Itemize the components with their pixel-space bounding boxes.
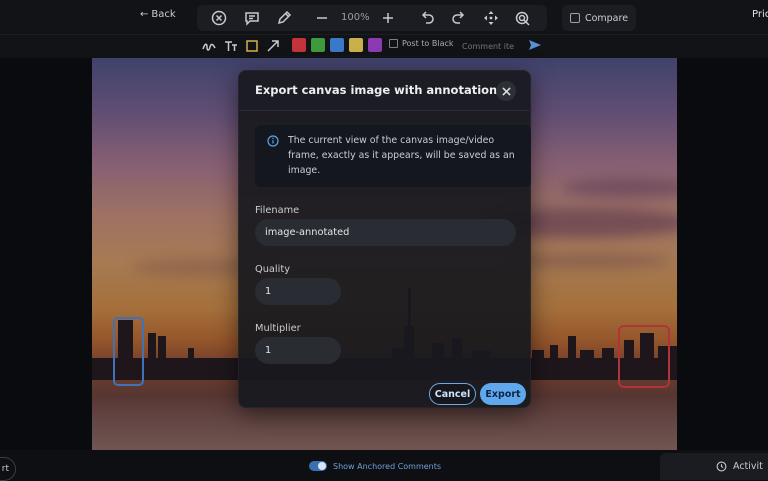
multiplier-label: Multiplier (255, 323, 301, 334)
annotation-subbar: Post to Black (0, 34, 768, 58)
history-icon (716, 461, 727, 472)
back-button[interactable]: ← Back (140, 9, 176, 20)
rectangle-icon[interactable] (243, 37, 261, 55)
quality-label: Quality (255, 264, 291, 275)
info-icon (267, 135, 279, 147)
zoom-level: 100% (341, 12, 370, 23)
toggle-switch[interactable] (309, 461, 327, 471)
send-icon[interactable] (527, 37, 543, 53)
anchored-comments-toggle[interactable]: Show Anchored Comments (309, 461, 441, 471)
filename-field[interactable] (255, 219, 516, 246)
compare-icon (569, 13, 580, 23)
close-icon (501, 86, 511, 96)
left-margin (0, 58, 92, 450)
bottom-bar: rt Show Anchored Comments Activit (0, 450, 768, 481)
annotation-rectangle-blue[interactable] (113, 317, 144, 386)
activity-tab[interactable]: Activit (660, 453, 768, 480)
arrow-icon[interactable] (264, 37, 282, 55)
activity-label: Activit (733, 461, 763, 472)
annotation-toolgroup: 100% (197, 5, 547, 31)
dialog-title: Export canvas image with annotations (255, 83, 505, 97)
close-circle-icon[interactable] (210, 9, 228, 27)
post-to-black-label: Post to Black (402, 39, 454, 48)
close-button[interactable] (496, 81, 516, 101)
color-swatch-yellow[interactable] (349, 38, 363, 52)
divider (239, 110, 532, 111)
info-text: The current view of the canvas image/vid… (288, 135, 515, 176)
checkbox[interactable] (389, 39, 398, 48)
multiplier-field[interactable] (255, 337, 341, 364)
color-swatch-blue[interactable] (330, 38, 344, 52)
quality-field[interactable] (255, 278, 341, 305)
zoom-out-icon[interactable] (313, 9, 331, 27)
color-swatch-purple[interactable] (368, 38, 382, 52)
freehand-icon[interactable] (200, 37, 218, 55)
filename-label: Filename (255, 205, 300, 216)
top-toolbar: ← Back 100% Compare Pric (0, 0, 768, 34)
comment-icon[interactable] (243, 9, 261, 27)
post-to-black-toggle[interactable]: Post to Black (389, 39, 454, 48)
text-icon[interactable] (222, 37, 240, 55)
left-pill-button[interactable]: rt (0, 457, 16, 481)
left-pill-label: rt (1, 464, 9, 474)
anchored-comments-label: Show Anchored Comments (333, 461, 442, 471)
color-swatch-red[interactable] (292, 38, 306, 52)
comment-input[interactable] (462, 38, 522, 54)
info-box: The current view of the canvas image/vid… (255, 125, 531, 187)
move-icon[interactable] (482, 9, 500, 27)
radar-icon[interactable] (514, 9, 532, 27)
cancel-button[interactable]: Cancel (429, 383, 476, 405)
export-dialog: Export canvas image with annotations The… (238, 70, 532, 408)
annotation-rectangle-red[interactable] (618, 325, 670, 388)
undo-icon[interactable] (418, 9, 436, 27)
compare-label: Compare (584, 12, 629, 24)
pen-icon[interactable] (275, 9, 293, 27)
back-label: Back (151, 9, 176, 20)
export-button[interactable]: Export (480, 383, 526, 405)
color-swatch-green[interactable] (311, 38, 325, 52)
zoom-in-icon[interactable] (379, 9, 397, 27)
right-margin (677, 58, 768, 450)
compare-button[interactable]: Compare (562, 5, 636, 31)
arrow-left-icon: ← (140, 9, 149, 20)
redo-icon[interactable] (450, 9, 468, 27)
pricing-link[interactable]: Pric (752, 9, 768, 20)
